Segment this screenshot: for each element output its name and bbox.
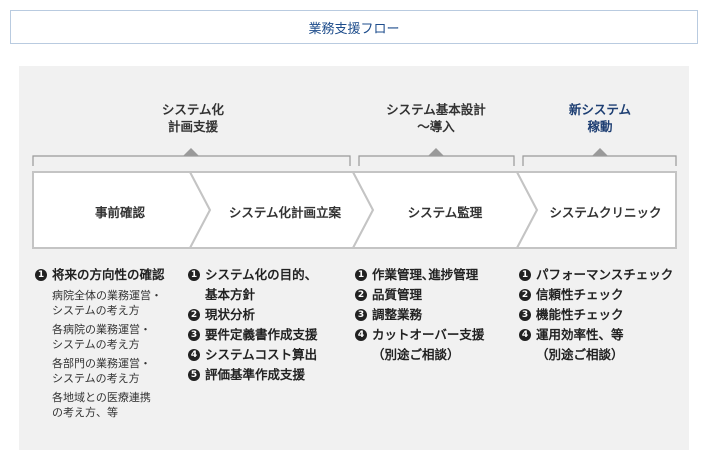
- number-badge-icon: 5: [188, 369, 200, 381]
- number-badge-icon: 1: [35, 269, 47, 281]
- step-label-clinic: システムクリニック: [549, 205, 662, 220]
- list-item-text: 作業管理､進捗管理: [372, 267, 479, 282]
- number-badge-icon: 1: [355, 269, 367, 281]
- number-badge-icon: 2: [355, 289, 367, 301]
- sub-item: 各部門の業務運営・ システムの考え方: [52, 357, 151, 385]
- list-item: 4 運用効率性、等 （別途ご相談）: [519, 325, 689, 365]
- bracket-pointer-design: [428, 148, 444, 156]
- list-item-text: 現状分析: [205, 307, 256, 322]
- sub-item: 病院全体の業務運営・ システムの考え方: [52, 289, 162, 317]
- phase-bracket-design: [358, 155, 515, 166]
- number-badge-icon: 1: [519, 269, 531, 281]
- list-item: 5 評価基準作成支援: [188, 365, 348, 385]
- bracket-pointer-operation: [592, 148, 608, 156]
- list-item-text: 将来の方向性の確認: [52, 267, 165, 282]
- sub-item: 各病院の業務運営・ システムの考え方: [52, 323, 151, 351]
- phase-bracket-operation: [522, 155, 677, 166]
- number-badge-icon: 3: [188, 329, 200, 341]
- step-label-pre-check: 事前確認: [94, 205, 145, 220]
- list-item: 2 信頼性チェック: [519, 285, 689, 305]
- list-item: 1 パフォーマンスチェック: [519, 265, 689, 285]
- step-details-clinic: 1 パフォーマンスチェック 2 信頼性チェック 3 機能性チェック 4 運用効率…: [519, 265, 689, 365]
- number-badge-icon: 4: [519, 329, 531, 341]
- list-item-text: 調整業務: [372, 307, 423, 322]
- list-item-text: システムコスト算出: [205, 347, 318, 362]
- step-label-supervision: システム監理: [407, 205, 483, 220]
- list-item-text: 評価基準作成支援: [205, 367, 306, 382]
- number-badge-icon: 2: [188, 309, 200, 321]
- sub-item: 各地域との医療連携 の考え方、等: [52, 391, 151, 419]
- list-item-text: カットオーバー支援 （別途ご相談）: [372, 327, 485, 362]
- number-badge-icon: 3: [355, 309, 367, 321]
- step-details-planning: 1 システム化の目的、 基本方針 2 現状分析 3 要件定義書作成支援 4 シス…: [188, 265, 348, 385]
- list-item-text: 信頼性チェック: [536, 287, 624, 302]
- list-item: 4 システムコスト算出: [188, 345, 348, 365]
- list-item: 3 調整業務: [355, 305, 515, 325]
- number-badge-icon: 3: [519, 309, 531, 321]
- list-item: 1 作業管理､進捗管理: [355, 265, 515, 285]
- sub-list: 病院全体の業務運営・ システムの考え方 各病院の業務運営・ システムの考え方 各…: [52, 288, 185, 420]
- number-badge-icon: 4: [355, 329, 367, 341]
- list-item-text: 要件定義書作成支援: [205, 327, 318, 342]
- list-item: 2 品質管理: [355, 285, 515, 305]
- list-item: 3 要件定義書作成支援: [188, 325, 348, 345]
- step-details-supervision: 1 作業管理､進捗管理 2 品質管理 3 調整業務 4 カットオーバー支援 （別…: [355, 265, 515, 365]
- step-label-planning: システム化計画立案: [228, 205, 342, 220]
- list-item-text: 品質管理: [372, 287, 423, 302]
- number-badge-icon: 4: [188, 349, 200, 361]
- list-item-text: システム化の目的、 基本方針: [205, 267, 318, 302]
- phase-bracket-planning: [32, 155, 351, 166]
- list-item: 1 システム化の目的、 基本方針: [188, 265, 348, 305]
- bracket-pointer-planning: [183, 148, 199, 156]
- number-badge-icon: 1: [188, 269, 200, 281]
- list-item: 2 現状分析: [188, 305, 348, 325]
- list-item: 1 将来の方向性の確認 病院全体の業務運営・ システムの考え方 各病院の業務運営…: [35, 265, 185, 420]
- list-item: 4 カットオーバー支援 （別途ご相談）: [355, 325, 515, 365]
- number-badge-icon: 2: [519, 289, 531, 301]
- list-item-text: 運用効率性、等 （別途ご相談）: [536, 327, 624, 362]
- step-details-pre-check: 1 将来の方向性の確認 病院全体の業務運営・ システムの考え方 各病院の業務運営…: [35, 265, 185, 424]
- list-item: 3 機能性チェック: [519, 305, 689, 325]
- list-item-text: パフォーマンスチェック: [536, 267, 674, 282]
- list-item-text: 機能性チェック: [536, 307, 624, 322]
